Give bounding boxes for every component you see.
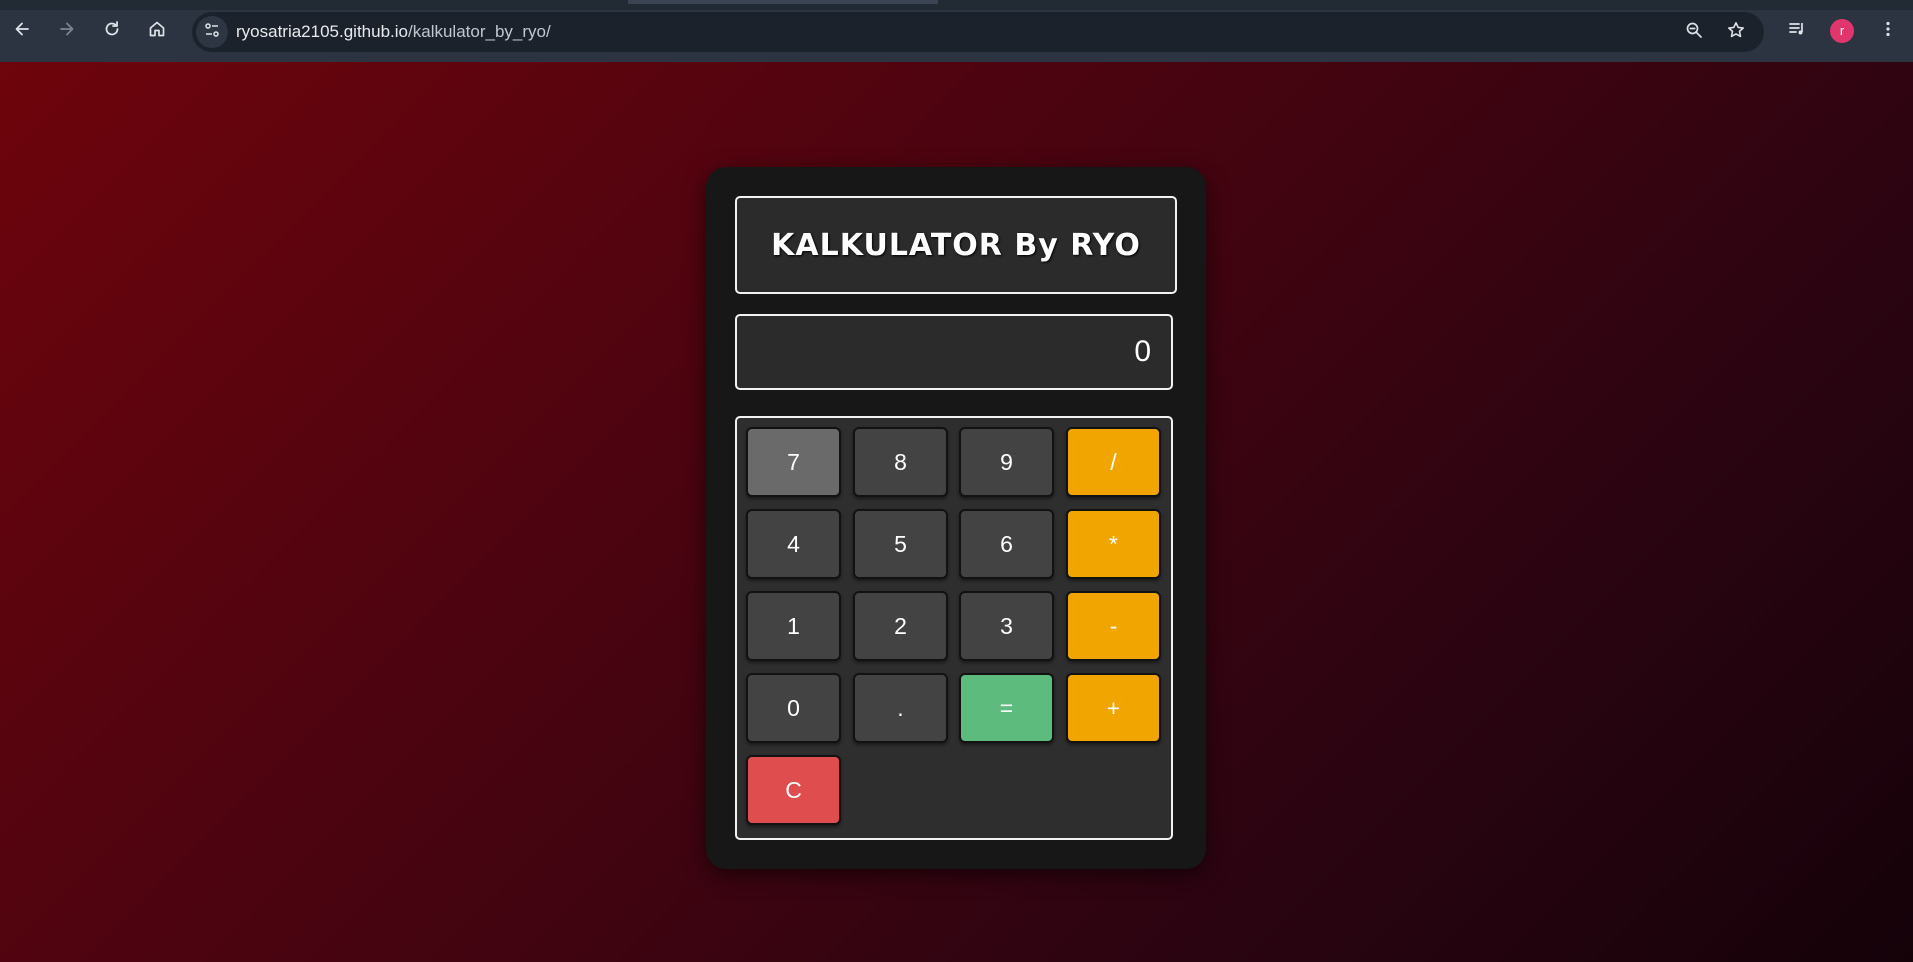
key-0[interactable]: 0 [746, 673, 841, 743]
home-button[interactable] [143, 17, 171, 45]
calculator-display: 0 [735, 314, 1173, 390]
key-add[interactable]: + [1066, 673, 1161, 743]
url-path: /kalkulator_by_ryo/ [408, 22, 551, 41]
reload-button[interactable] [98, 17, 126, 45]
site-info-icon [203, 21, 221, 44]
bookmark-star-icon [1726, 20, 1746, 45]
back-button[interactable] [8, 17, 36, 45]
menu-dots-icon [1878, 19, 1898, 44]
key-decimal[interactable]: . [853, 673, 948, 743]
key-5[interactable]: 5 [853, 509, 948, 579]
page-viewport: KALKULATOR By RYO 0 7 8 9 / 4 5 6 * 1 2 … [0, 62, 1913, 962]
key-equals[interactable]: = [959, 673, 1054, 743]
active-tab[interactable] [628, 0, 938, 4]
keypad: 7 8 9 / 4 5 6 * 1 2 3 - 0 . = + C [735, 416, 1173, 840]
key-4[interactable]: 4 [746, 509, 841, 579]
key-9[interactable]: 9 [959, 427, 1054, 497]
zoom-button[interactable] [1680, 18, 1708, 46]
home-icon [147, 19, 167, 44]
reload-icon [102, 19, 122, 44]
back-arrow-icon [12, 19, 32, 44]
url-text[interactable]: ryosatria2105.github.io/kalkulator_by_ry… [236, 22, 551, 42]
key-3[interactable]: 3 [959, 591, 1054, 661]
key-1[interactable]: 1 [746, 591, 841, 661]
key-8[interactable]: 8 [853, 427, 948, 497]
key-multiply[interactable]: * [1066, 509, 1161, 579]
media-control-button[interactable] [1783, 17, 1811, 45]
forward-button[interactable] [53, 17, 81, 45]
browser-menu-button[interactable] [1874, 17, 1902, 45]
key-7[interactable]: 7 [746, 427, 841, 497]
key-clear[interactable]: C [746, 755, 841, 825]
tab-strip [0, 0, 1913, 10]
key-subtract[interactable]: - [1066, 591, 1161, 661]
calculator-title: KALKULATOR By RYO [735, 196, 1177, 294]
forward-arrow-icon [57, 19, 77, 44]
zoom-icon [1684, 20, 1704, 45]
calculator: KALKULATOR By RYO 0 7 8 9 / 4 5 6 * 1 2 … [706, 167, 1206, 869]
url-host: ryosatria2105.github.io [236, 22, 409, 41]
key-divide[interactable]: / [1066, 427, 1161, 497]
site-info-button[interactable] [196, 16, 228, 48]
address-bar[interactable]: ryosatria2105.github.io/kalkulator_by_ry… [192, 12, 1764, 52]
bookmark-button[interactable] [1722, 18, 1750, 46]
browser-toolbar: ryosatria2105.github.io/kalkulator_by_ry… [0, 0, 1913, 62]
profile-avatar[interactable]: r [1830, 19, 1854, 43]
key-6[interactable]: 6 [959, 509, 1054, 579]
media-control-icon [1787, 19, 1807, 44]
key-2[interactable]: 2 [853, 591, 948, 661]
